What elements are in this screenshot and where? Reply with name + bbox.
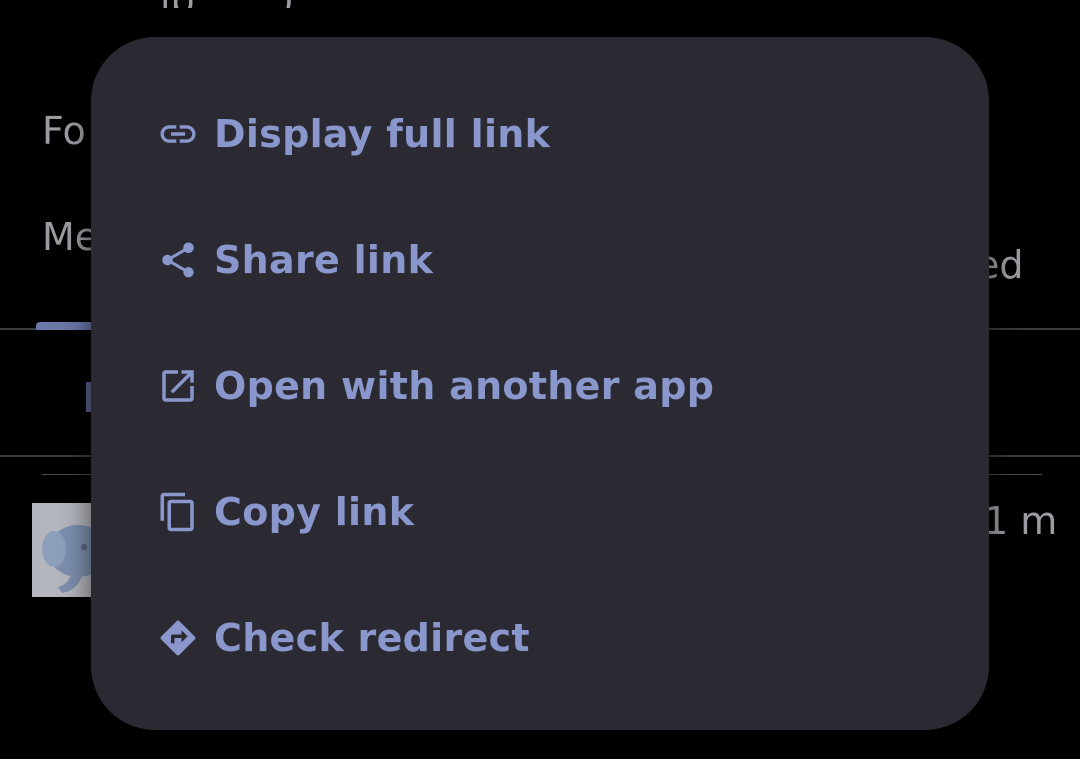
background-row-label-1: Fo [42,109,86,153]
menu-item-label: Display full link [214,112,551,156]
background-post-text-fragment: ip . . . ) [160,0,440,8]
link-options-menu: Display full link Share link Open with a… [91,37,989,730]
background-row-label-2: Me [42,215,99,259]
background-post-text: ip . . . ) [160,0,440,8]
copy-icon [157,491,199,533]
open-external-icon [157,365,199,407]
menu-item-copy-link[interactable]: Copy link [91,439,989,565]
menu-item-check-redirect[interactable]: Check redirect [91,565,989,691]
menu-item-share-link[interactable]: Share link [91,187,989,313]
directions-icon [157,617,199,659]
menu-item-open-with-another-app[interactable]: Open with another app [91,313,989,439]
share-icon [157,239,199,281]
menu-item-display-full-link[interactable]: Display full link [91,61,989,187]
menu-item-label: Check redirect [214,616,530,660]
menu-item-label: Open with another app [214,364,715,408]
background-timestamp: 1 m [984,499,1058,543]
link-icon [157,113,199,155]
menu-item-label: Share link [214,238,434,282]
menu-item-label: Copy link [214,490,415,534]
screen: ip . . . ) Fo Me ed 1 m Display full lin… [0,0,1080,759]
